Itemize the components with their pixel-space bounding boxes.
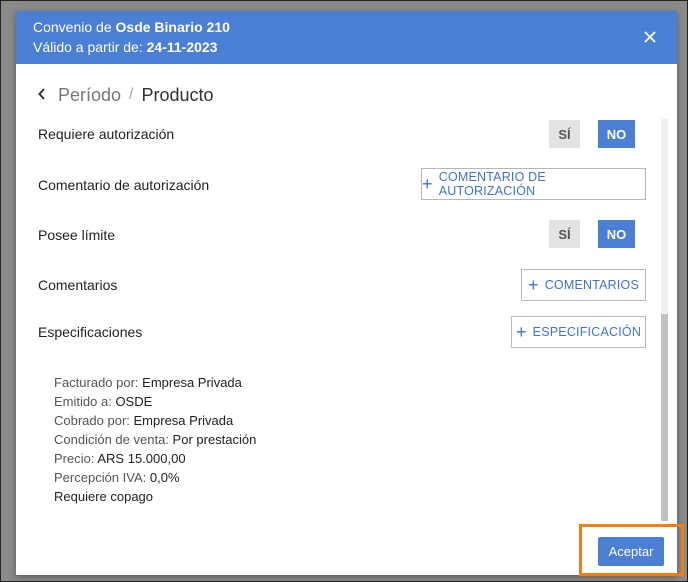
detail-copago: Requiere copago xyxy=(54,487,256,506)
chevron-left-icon xyxy=(38,87,45,100)
dialog-title: Convenio de Osde Binario 210 xyxy=(33,19,230,35)
detail-value: Por prestación xyxy=(172,432,257,447)
accept-button[interactable]: Aceptar xyxy=(598,537,664,566)
detail-value: 0,0% xyxy=(149,470,180,485)
detail-cobrado: Cobrado por: Empresa Privada xyxy=(54,411,256,430)
detail-label: Facturado por: xyxy=(54,375,139,390)
convenio-dialog: Convenio de Osde Binario 210 Válido a pa… xyxy=(16,11,677,575)
detail-label: Condición de venta: xyxy=(54,432,169,447)
title-prefix: Convenio de xyxy=(33,19,112,35)
breadcrumb-current: Producto xyxy=(141,84,214,105)
requiere-autorizacion-yes-button[interactable]: SÍ xyxy=(549,120,580,148)
detail-facturado: Facturado por: Empresa Privada xyxy=(54,373,256,392)
requiere-autorizacion-label: Requiere autorización xyxy=(38,126,175,142)
valid-prefix: Válido a partir de: xyxy=(33,39,143,55)
scrollbar[interactable] xyxy=(661,119,668,521)
detail-label: Cobrado por: xyxy=(54,413,130,428)
plus-icon: + xyxy=(422,174,433,194)
close-button[interactable] xyxy=(639,26,661,48)
detail-value: ARS 15.000,00 xyxy=(97,451,186,466)
plus-icon: + xyxy=(527,275,539,295)
detail-emitido: Emitido a: OSDE xyxy=(54,392,256,411)
detail-value: OSDE xyxy=(115,394,153,409)
detail-label: Emitido a: xyxy=(54,394,112,409)
valid-date: 24-11-2023 xyxy=(146,39,218,55)
close-icon xyxy=(644,31,656,43)
requiere-autorizacion-no-button[interactable]: NO xyxy=(598,120,635,148)
dialog-header: Convenio de Osde Binario 210 Válido a pa… xyxy=(16,11,677,64)
add-especificacion-button[interactable]: + ESPECIFICACIÓN xyxy=(511,316,646,348)
add-comentarios-label: COMENTARIOS xyxy=(544,278,640,292)
add-comentarios-button[interactable]: + COMENTARIOS xyxy=(521,269,646,301)
plus-icon: + xyxy=(515,322,527,342)
back-button[interactable] xyxy=(38,87,46,104)
detail-condicion: Condición de venta: Por prestación xyxy=(54,430,256,449)
especificacion-details: Facturado por: Empresa Privada Emitido a… xyxy=(54,373,256,506)
detail-copago-text: Requiere copago xyxy=(54,489,154,504)
detail-precio: Precio: ARS 15.000,00 xyxy=(54,449,256,468)
screen-frame: Convenio de Osde Binario 210 Válido a pa… xyxy=(0,0,688,582)
detail-value: Empresa Privada xyxy=(133,413,234,428)
add-especificacion-label: ESPECIFICACIÓN xyxy=(532,325,642,339)
comentarios-label: Comentarios xyxy=(38,277,118,293)
add-comentario-autorizacion-button[interactable]: + COMENTARIO DE AUTORIZACIÓN xyxy=(421,168,646,200)
posee-limite-no-button[interactable]: NO xyxy=(598,220,635,248)
breadcrumb-previous[interactable]: Período xyxy=(58,85,121,106)
breadcrumb-separator: / xyxy=(129,86,134,103)
posee-limite-toggle: SÍ NO xyxy=(549,220,635,248)
requiere-autorizacion-toggle: SÍ NO xyxy=(549,120,635,148)
add-comentario-autorizacion-label: COMENTARIO DE AUTORIZACIÓN xyxy=(438,170,546,198)
posee-limite-yes-button[interactable]: SÍ xyxy=(549,220,580,248)
breadcrumb: Período / Producto xyxy=(38,83,214,107)
comentario-autorizacion-label: Comentario de autorización xyxy=(38,177,210,193)
posee-limite-label: Posee límite xyxy=(38,227,116,243)
title-name: Osde Binario 210 xyxy=(115,19,230,35)
detail-label: Percepción IVA: xyxy=(54,470,147,485)
detail-value: Empresa Privada xyxy=(142,375,242,390)
detail-label: Precio: xyxy=(54,451,95,466)
scrollbar-thumb[interactable] xyxy=(661,314,668,521)
detail-percepcion: Percepción IVA: 0,0% xyxy=(54,468,256,487)
validity-line: Válido a partir de: 24-11-2023 xyxy=(33,39,217,55)
especificaciones-label: Especificaciones xyxy=(38,324,143,340)
